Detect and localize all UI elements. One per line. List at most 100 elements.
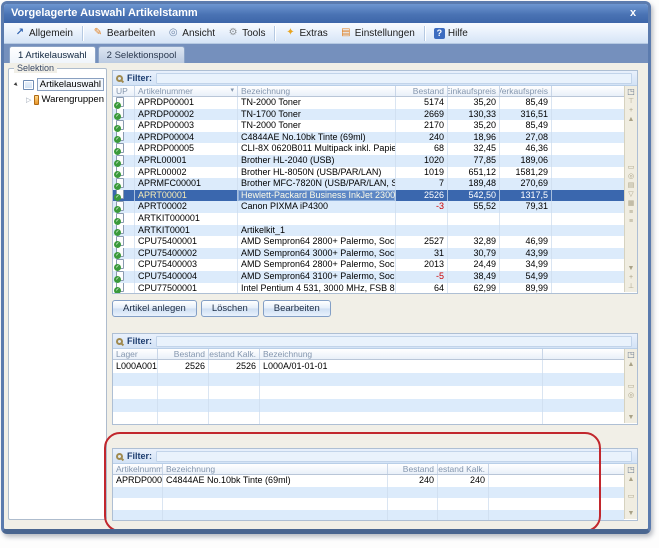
- table-row[interactable]: [113, 498, 624, 510]
- loeschen-button[interactable]: Löschen: [201, 300, 259, 317]
- filter-magnifier-icon[interactable]: [116, 338, 123, 345]
- nav-icon[interactable]: ▭: [628, 382, 635, 391]
- table-row[interactable]: ARTKIT0001Artikelkit_1: [113, 225, 624, 237]
- table-row[interactable]: APRT00002Canon PIXMA iP4300-355,5279,31: [113, 201, 624, 213]
- column-header-vk[interactable]: Verkaufspreis: [500, 86, 552, 96]
- table-row[interactable]: APRDP00001TN-2000 Toner517435,2085,49: [113, 97, 624, 109]
- table-row[interactable]: APRL00002Brother HL-8050N (USB/PAR/LAN)1…: [113, 167, 624, 179]
- cell-extra: [552, 155, 624, 167]
- column-header-extra[interactable]: [543, 349, 624, 359]
- column-header-bez[interactable]: Bezeichnung: [163, 464, 388, 474]
- nav-icon[interactable]: ◎: [628, 391, 634, 400]
- column-chooser-icon[interactable]: ◳: [627, 350, 635, 360]
- column-header-bkalk[interactable]: Bestand Kalk.: [209, 349, 260, 359]
- filter-input[interactable]: [156, 451, 632, 462]
- row-status-cell: [113, 109, 135, 121]
- nav-icon[interactable]: ⊤: [628, 97, 634, 106]
- menu-item-allgemein[interactable]: ↗ Allgemein: [8, 25, 79, 41]
- table-row[interactable]: [113, 399, 624, 412]
- table-row[interactable]: CPU75400001AMD Sempron64 2800+ Palermo, …: [113, 236, 624, 248]
- column-header-up[interactable]: UP: [113, 86, 135, 96]
- filter-magnifier-icon[interactable]: [116, 453, 123, 460]
- nav-icon[interactable]: ▼: [628, 509, 635, 518]
- table-row[interactable]: ARTKIT000001: [113, 213, 624, 225]
- bearbeiten-button[interactable]: Bearbeiten: [263, 300, 331, 317]
- nav-icon[interactable]: ≡: [629, 208, 633, 217]
- table-row[interactable]: APRT00001Hewlett-Packard Business InkJet…: [113, 190, 624, 202]
- column-header-bkalk[interactable]: Bestand Kalk.: [438, 464, 489, 474]
- row-status-cell: [113, 190, 135, 202]
- nav-icon[interactable]: +: [629, 273, 633, 282]
- column-header-artnr[interactable]: Artikelnummer: [113, 464, 163, 474]
- nav-icon[interactable]: ▼: [628, 413, 635, 422]
- column-header-lager[interactable]: Lager: [113, 349, 158, 359]
- table-row[interactable]: APRDP00004C4844AE No.10bk Tinte (69ml)24…: [113, 475, 624, 487]
- nav-icon[interactable]: ◎: [628, 172, 634, 181]
- grid-side-scrollbar[interactable]: ◳ ▲ ▭ ▼: [624, 464, 637, 519]
- filter-input[interactable]: [156, 73, 632, 84]
- artikel-anlegen-button[interactable]: Artikel anlegen: [112, 300, 197, 317]
- menu-item-einstellungen[interactable]: ▤ Einstellungen: [334, 25, 421, 41]
- nav-icon[interactable]: ⊥: [628, 282, 634, 291]
- menu-item-ansicht[interactable]: ◎ Ansicht: [161, 25, 221, 41]
- cell-bkalk: 240: [438, 475, 489, 487]
- grid-side-scrollbar[interactable]: ◳ ⊤+▲▭◎▤▽▦≡≡▼+⊥: [624, 86, 637, 292]
- cell-artnr: CPU75400001: [135, 236, 238, 248]
- title-bar[interactable]: Vorgelagerte Auswahl Artikelstamm x: [4, 4, 648, 23]
- table-row[interactable]: APRDP00005CLI-8X 0620B011 Multipack inkl…: [113, 143, 624, 155]
- column-header-extra[interactable]: [489, 464, 624, 474]
- menu-item-hilfe[interactable]: ? Hilfe: [428, 26, 474, 41]
- table-row[interactable]: CPU77500001Intel Pentium 4 531, 3000 MHz…: [113, 283, 624, 294]
- table-row[interactable]: [113, 510, 624, 521]
- table-row[interactable]: CPU75400003AMD Sempron64 2800+ Palermo, …: [113, 259, 624, 271]
- table-row[interactable]: L000A00125262526L000A/01-01-01: [113, 360, 624, 373]
- table-row[interactable]: [113, 373, 624, 386]
- filter-input[interactable]: [156, 336, 632, 347]
- filter-magnifier-icon[interactable]: [116, 75, 123, 82]
- table-row[interactable]: [113, 386, 624, 399]
- column-header-bestand[interactable]: Bestand: [396, 86, 448, 96]
- nav-icon[interactable]: ▲: [628, 475, 635, 484]
- grid-side-scrollbar[interactable]: ◳ ▲ ▭◎ ▼: [624, 349, 637, 423]
- table-row[interactable]: APRMFC00001Brother MFC-7820N (USB/PAR/LA…: [113, 178, 624, 190]
- column-chooser-icon[interactable]: ◳: [627, 87, 635, 97]
- cell-artnr: APRL00001: [135, 155, 238, 167]
- nav-icon[interactable]: ▦: [628, 199, 635, 208]
- tab-selektionspool[interactable]: 2 Selektionspool: [98, 46, 186, 63]
- column-header-ek[interactable]: Einkaufspreis: [448, 86, 500, 96]
- cell-extra: [552, 271, 624, 283]
- column-header-extra[interactable]: [552, 86, 624, 96]
- table-row[interactable]: APRDP00003TN-2000 Toner217035,2085,49: [113, 120, 624, 132]
- column-header-bestand[interactable]: Bestand: [388, 464, 438, 474]
- expander-open-icon[interactable]: ▼: [12, 80, 21, 89]
- nav-icon[interactable]: ▭: [628, 163, 635, 172]
- nav-icon[interactable]: ▽: [628, 190, 633, 199]
- tree-item-artikelauswahl[interactable]: ▼ Artikelauswahl: [13, 77, 104, 92]
- column-chooser-icon[interactable]: ◳: [627, 465, 635, 475]
- table-row[interactable]: CPU75400002AMD Sempron64 3000+ Palermo, …: [113, 248, 624, 260]
- table-row[interactable]: APRL00001Brother HL-2040 (USB)102077,851…: [113, 155, 624, 167]
- column-header-bez[interactable]: Bezeichnung: [260, 349, 543, 359]
- table-row[interactable]: APRDP00002TN-1700 Toner2669130,33316,51: [113, 109, 624, 121]
- menu-item-tools[interactable]: ⚙ Tools: [221, 25, 271, 41]
- nav-icon[interactable]: ▲: [628, 360, 635, 369]
- tab-artikelauswahl[interactable]: 1 Artikelauswahl: [9, 46, 96, 63]
- table-row[interactable]: APRDP00004C4844AE No.10bk Tinte (69ml)24…: [113, 132, 624, 144]
- close-icon[interactable]: x: [626, 4, 640, 22]
- tree-item-warengruppen[interactable]: ▷ Warengruppen: [13, 92, 104, 107]
- menu-item-bearbeiten[interactable]: ✎ Bearbeiten: [86, 25, 161, 41]
- nav-icon[interactable]: ▼: [628, 264, 635, 273]
- nav-icon[interactable]: ≡: [629, 217, 633, 226]
- table-row[interactable]: CPU75400004AMD Sempron64 3100+ Palermo, …: [113, 271, 624, 283]
- nav-icon[interactable]: ▤: [628, 181, 635, 190]
- nav-icon[interactable]: +: [629, 106, 633, 115]
- column-header-bestand[interactable]: Bestand: [158, 349, 209, 359]
- menu-item-extras[interactable]: ✦ Extras: [278, 25, 333, 41]
- column-header-artnr[interactable]: Artikelnummer▾: [135, 86, 238, 96]
- nav-icon[interactable]: ▭: [628, 492, 635, 501]
- column-header-bez[interactable]: Bezeichnung: [238, 86, 396, 96]
- table-row[interactable]: [113, 487, 624, 499]
- nav-icon[interactable]: ▲: [628, 115, 635, 124]
- expander-closed-icon[interactable]: ▷: [26, 96, 31, 104]
- table-row[interactable]: [113, 412, 624, 424]
